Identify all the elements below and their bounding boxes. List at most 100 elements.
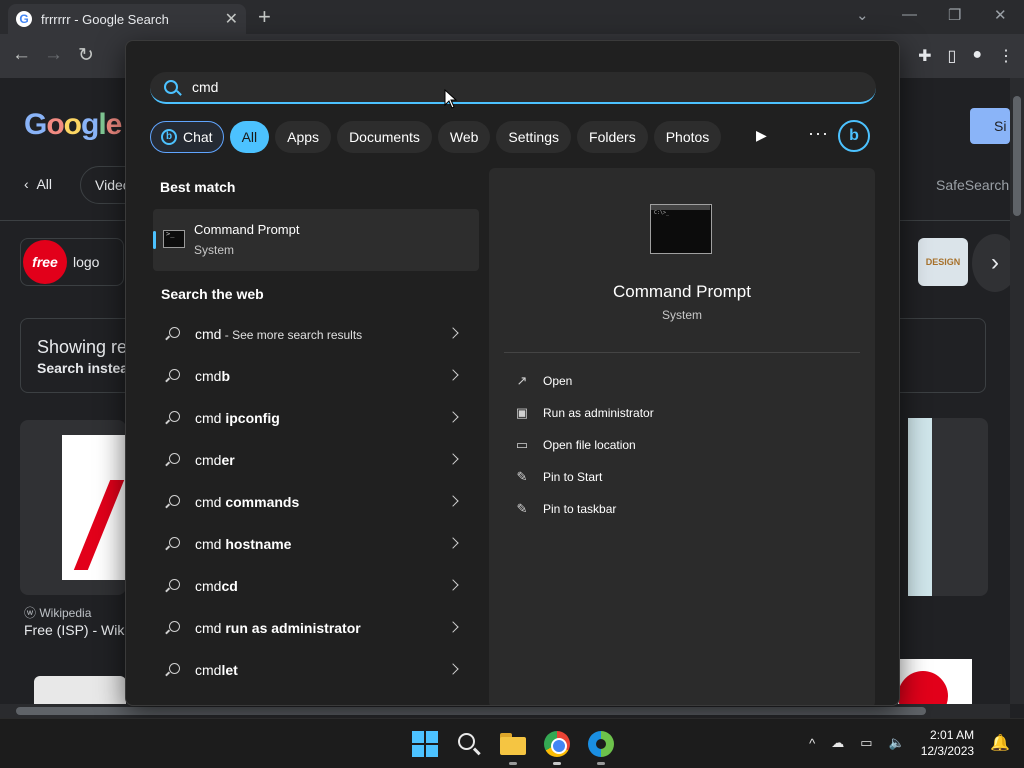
reload-icon[interactable]: ↻ (78, 44, 94, 67)
file-explorer-icon[interactable] (500, 731, 526, 757)
search-icon (169, 453, 180, 464)
filter-chips: b Chat All Apps Documents Web Settings F… (150, 121, 722, 153)
action-open-file-location[interactable]: ▭ Open file location (515, 438, 636, 453)
search-icon (169, 495, 180, 506)
web-result-item[interactable]: cmd commands (153, 481, 479, 523)
onedrive-cloud-icon[interactable]: ☁ (831, 735, 844, 751)
bing-icon[interactable]: b (838, 120, 870, 152)
edge-icon[interactable] (588, 731, 614, 757)
clock-date: 12/3/2023 (920, 744, 975, 758)
search-icon (169, 663, 180, 674)
chevron-right-icon (447, 663, 459, 675)
filter-web[interactable]: Web (437, 121, 491, 153)
volume-muted-icon[interactable]: 🔈 (889, 735, 905, 751)
safesearch-button[interactable]: SafeSearch (936, 177, 1009, 193)
filter-photos[interactable]: Photos (653, 121, 722, 153)
web-result-item[interactable]: cmdlet (153, 649, 479, 691)
chevron-right-icon (447, 327, 459, 339)
show-hidden-icons-chevron-icon[interactable]: ^ (809, 736, 815, 751)
more-filters-play-icon[interactable]: ▶ (756, 127, 767, 144)
browser-menu-icon[interactable]: ⋮ (998, 46, 1014, 66)
web-result-item[interactable]: cmd hostname (153, 523, 479, 565)
more-options-icon[interactable]: ··· (808, 123, 829, 144)
chevron-right-icon (447, 621, 459, 633)
filter-folders[interactable]: Folders (577, 121, 648, 153)
detail-app-subtitle: System (661, 308, 702, 322)
filter-documents[interactable]: Documents (337, 121, 432, 153)
notification-bell-icon[interactable]: 🔔 (990, 733, 1010, 753)
start-windows-icon[interactable] (412, 731, 438, 757)
sign-in-button[interactable]: Si (970, 108, 1010, 144)
mouse-cursor-icon (444, 89, 458, 109)
side-panel-icon[interactable]: ▯ (948, 46, 957, 66)
back-arrow-icon[interactable]: ← (12, 44, 31, 66)
related-chip-design[interactable]: DESIGN (918, 238, 968, 286)
close-window-button[interactable]: ✕ (994, 6, 1007, 24)
clock-time: 2:01 AM (930, 728, 975, 742)
detail-app-name: Command Prompt (613, 282, 751, 301)
network-icon[interactable]: ▭ (860, 735, 872, 751)
pin-icon: ✎ (516, 501, 528, 516)
image-result-bottom[interactable] (34, 676, 126, 704)
google-favicon-icon: G (16, 11, 32, 27)
filter-apps[interactable]: Apps (275, 121, 332, 153)
nav-all-link[interactable]: ‹ All (24, 176, 52, 192)
search-icon (164, 80, 178, 94)
selection-indicator (153, 231, 156, 249)
tab-close-icon[interactable]: ✕ (225, 9, 238, 29)
filter-all[interactable]: All (229, 121, 270, 153)
chevron-right-icon (447, 495, 459, 507)
extensions-puzzle-icon[interactable]: ✚ (918, 46, 931, 66)
web-result-item[interactable]: cmd run as administrator (153, 607, 479, 649)
action-run-as-administrator[interactable]: ▣ Run as administrator (515, 406, 654, 421)
forward-arrow-icon[interactable]: → (44, 44, 63, 66)
browser-right-tools: ✚ ▯ ● ⋮ (918, 46, 1014, 66)
new-tab-button[interactable]: + (258, 4, 271, 30)
vertical-scrollbar[interactable] (1010, 78, 1024, 704)
horizontal-scrollbar[interactable] (0, 704, 1010, 718)
divider (504, 352, 860, 353)
chrome-icon[interactable] (544, 731, 570, 757)
taskbar-search-icon[interactable] (456, 731, 482, 757)
action-open[interactable]: ↗ Open (515, 373, 573, 389)
image-result-free[interactable] (20, 420, 126, 595)
search-icon (169, 579, 180, 590)
web-result-item[interactable]: cmdb (153, 355, 479, 397)
open-icon: ↗ (516, 373, 528, 388)
search-box[interactable] (150, 72, 876, 104)
chevron-right-icon (447, 537, 459, 549)
search-icon (169, 327, 180, 338)
action-pin-to-taskbar[interactable]: ✎ Pin to taskbar (515, 501, 617, 517)
running-indicator (553, 762, 561, 765)
minimize-button[interactable]: — (902, 6, 917, 23)
web-result-item[interactable]: cmder (153, 439, 479, 481)
best-match-subtitle: System (194, 243, 235, 257)
profile-avatar-icon[interactable]: ● (972, 46, 982, 66)
related-chip-logo[interactable]: free logo (20, 238, 124, 286)
browser-tab[interactable]: G frrrrrr - Google Search ✕ (8, 4, 246, 34)
action-pin-to-start[interactable]: ✎ Pin to Start (515, 470, 603, 485)
search-icon (169, 537, 180, 548)
web-result-item[interactable]: cmd ipconfig (153, 397, 479, 439)
tab-search-chevron-icon[interactable]: ⌄ (856, 6, 869, 24)
web-result-item[interactable]: cmdcd (153, 565, 479, 607)
chips-next-chevron-icon[interactable]: › (972, 234, 1010, 292)
clock[interactable]: 2:01 AM 12/3/2023 (921, 727, 974, 759)
best-match-item[interactable]: Command Prompt System (153, 209, 479, 271)
windows-search-panel: b Chat All Apps Documents Web Settings F… (125, 40, 900, 706)
search-input[interactable] (192, 79, 792, 95)
filter-settings[interactable]: Settings (496, 121, 572, 153)
web-result-item[interactable]: cmd - See more search results (153, 313, 479, 355)
taskbar: ^ ☁ ▭ 🔈 2:01 AM 12/3/2023 🔔 (0, 718, 1024, 768)
command-prompt-icon (163, 230, 185, 248)
detail-pane: Command Prompt System ↗ Open ▣ Run as ad… (489, 168, 875, 705)
command-prompt-icon (650, 204, 712, 254)
result-source: ⓦ Wikipedia (24, 606, 92, 620)
image-result-red[interactable] (898, 659, 972, 704)
filter-chat[interactable]: b Chat (150, 121, 224, 153)
google-logo[interactable]: Google (24, 108, 122, 142)
search-icon (169, 621, 180, 632)
running-indicator (509, 762, 517, 765)
system-tray: ^ ☁ ▭ 🔈 2:01 AM 12/3/2023 🔔 (809, 727, 1010, 759)
restore-button[interactable]: ❐ (948, 6, 961, 24)
